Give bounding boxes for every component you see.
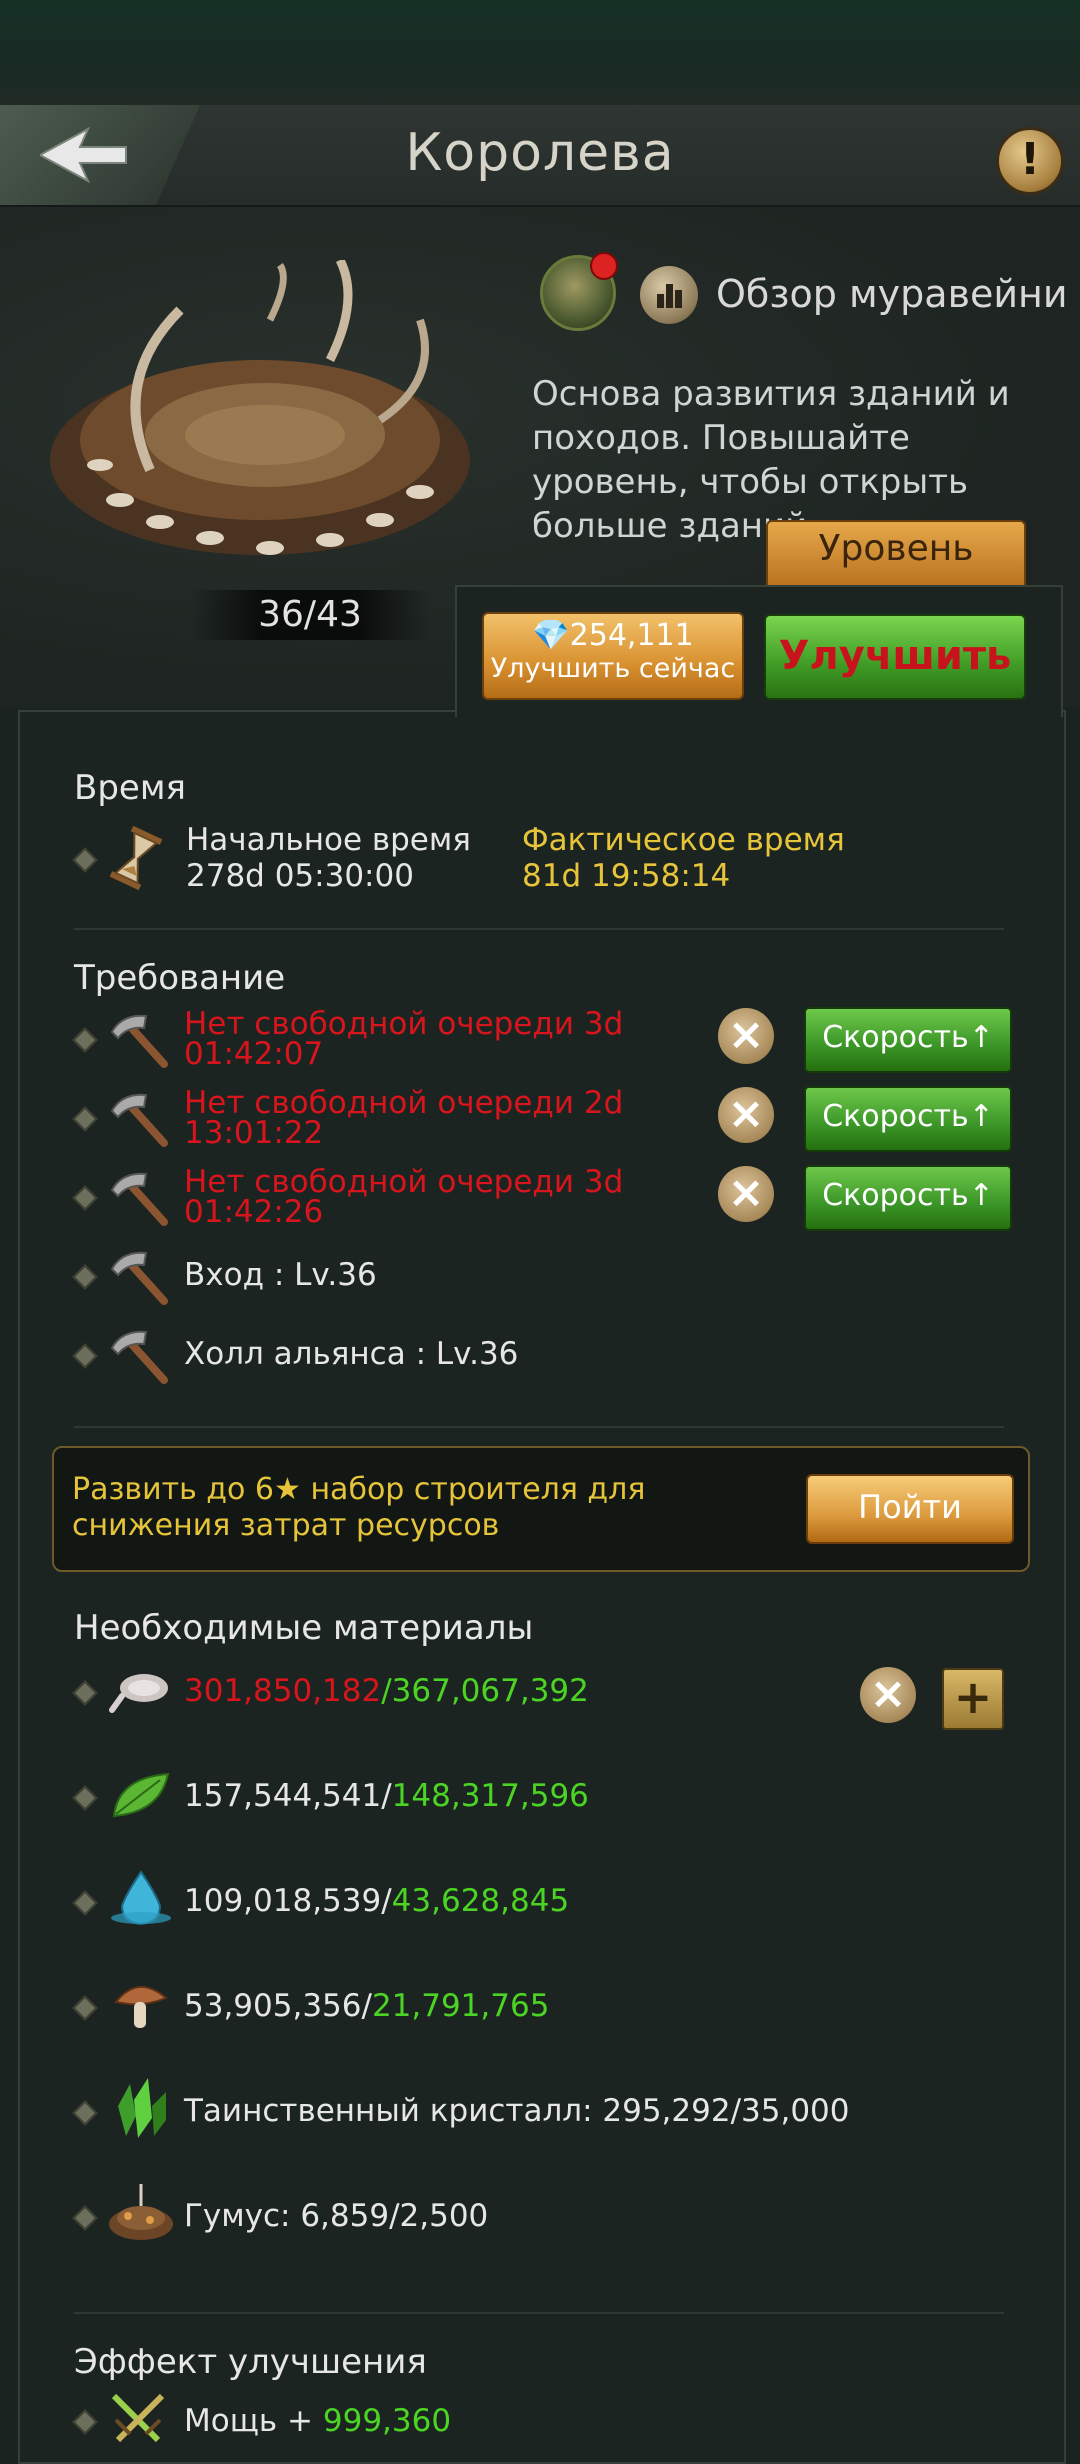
effect-section-title: Эффект улучшения	[74, 2342, 427, 2382]
info-icon[interactable]: !	[996, 127, 1064, 195]
promo-text: Развить до 6★ набор строителя для снижен…	[72, 1472, 646, 1543]
time-section-title: Время	[74, 768, 186, 808]
material-amount: 301,850,182/367,067,392	[184, 1673, 589, 1709]
hammer-icon	[110, 1014, 168, 1068]
water-drop-icon	[111, 1870, 171, 1926]
upgrade-now-label: Улучшить сейчас	[490, 653, 736, 684]
close-icon[interactable]: ×	[860, 1667, 916, 1723]
divider	[74, 1426, 1004, 1428]
humus-icon	[109, 2184, 173, 2240]
base-time-label: Начальное время	[186, 822, 471, 858]
notification-dot-icon	[590, 252, 618, 280]
diamond-icon: 💎	[532, 618, 570, 653]
bar-chart-icon[interactable]	[640, 266, 698, 324]
hammer-icon	[110, 1330, 168, 1384]
queue-status-line2: 01:42:07	[184, 1036, 324, 1072]
close-icon[interactable]: ×	[718, 1087, 774, 1143]
divider	[74, 2312, 1004, 2314]
crossed-swords-icon	[111, 2393, 165, 2443]
glory-level-button[interactable]: Уровень славы	[766, 520, 1026, 590]
materials-section-title: Необходимые материалы	[74, 1608, 534, 1648]
level-progress: 36/43	[190, 590, 430, 640]
close-icon[interactable]: ×	[718, 1166, 774, 1222]
power-effect: Мощь + 999,360	[184, 2403, 452, 2439]
hammer-icon	[110, 1172, 168, 1226]
actual-time-value: 81d 19:58:14	[522, 858, 731, 894]
base-time-value: 278d 05:30:00	[186, 858, 414, 894]
gem-cost: 💎254,111	[532, 618, 694, 653]
queue-status-line2: 01:42:26	[184, 1194, 324, 1230]
speed-up-button[interactable]: Скорость↑	[804, 1007, 1012, 1073]
building-requirement: Холл альянса : Lv.36	[184, 1336, 519, 1372]
hammer-icon	[110, 1251, 168, 1305]
builder-promo-banner: Развить до 6★ набор строителя для снижен…	[52, 1446, 1030, 1572]
mushroom-icon	[114, 1985, 168, 2028]
divider	[74, 928, 1004, 930]
requirement-section-title: Требование	[74, 958, 286, 998]
header-bar: Королева !	[0, 105, 1080, 207]
building-requirement: Вход : Lv.36	[184, 1257, 377, 1293]
actual-time-label: Фактическое время	[522, 822, 845, 858]
hourglass-icon	[109, 826, 163, 890]
crystal-icon	[118, 2078, 166, 2138]
material-amount: 109,018,539/43,628,845	[184, 1883, 570, 1919]
top-background	[0, 0, 1080, 110]
upgrade-now-button[interactable]: 💎254,111 Улучшить сейчас	[482, 612, 744, 700]
meat-icon	[109, 1674, 168, 1713]
queue-status-line2: 13:01:22	[184, 1115, 324, 1151]
material-amount: 157,544,541/148,317,596	[184, 1778, 589, 1814]
speed-up-button[interactable]: Скорость↑	[804, 1165, 1012, 1231]
speed-up-button[interactable]: Скорость↑	[804, 1086, 1012, 1152]
overview-label[interactable]: Обзор муравейни	[716, 272, 1068, 316]
material-amount: 53,905,356/21,791,765	[184, 1988, 550, 2024]
add-resource-button[interactable]: +	[942, 1668, 1004, 1730]
material-amount: Таинственный кристалл: 295,292/35,000	[184, 2093, 850, 2129]
close-icon[interactable]: ×	[718, 1008, 774, 1064]
go-button[interactable]: Пойти	[806, 1474, 1014, 1544]
bars-icon	[657, 284, 682, 308]
queen-nest-image	[50, 260, 470, 555]
upgrade-button[interactable]: Улучшить	[764, 614, 1026, 700]
material-amount: Гумус: 6,859/2,500	[184, 2198, 489, 2234]
leaf-icon	[112, 1772, 170, 1818]
page-title: Королева	[405, 123, 675, 183]
hammer-icon	[110, 1093, 168, 1147]
